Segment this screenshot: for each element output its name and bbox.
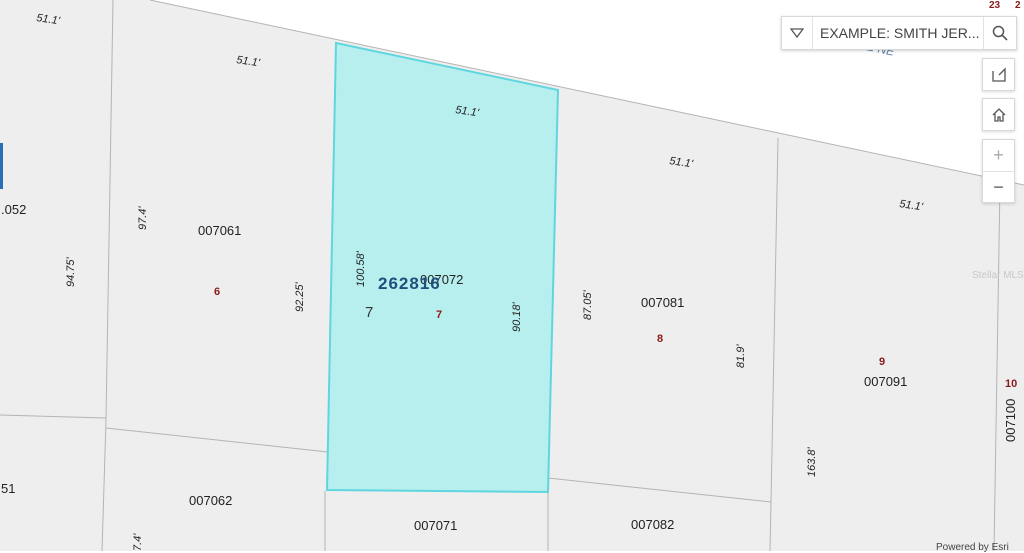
map-canvas[interactable]: E NE 51.1' 51.1' 51.1' 51.1' 51.1' 97.4'… [0, 0, 1024, 551]
lot-number: 6 [214, 286, 220, 298]
parcel-id: 007100 [1003, 399, 1018, 442]
selected-parcel-label: 262816 [378, 274, 441, 293]
parcel-id-partial: .052 [1, 202, 26, 217]
parcel-id: 007062 [189, 493, 232, 508]
parcel-id: 007081 [641, 295, 684, 310]
lot-number: 8 [657, 333, 663, 345]
block-lot-label: 7 [365, 304, 373, 321]
triangle-down-icon [790, 28, 804, 38]
search-input[interactable]: EXAMPLE: SMITH JER... [813, 25, 983, 41]
lot-number: 10 [1005, 378, 1017, 390]
watermark: Stellar MLS [972, 270, 1024, 281]
dimension-label: 7.4' [132, 533, 144, 551]
zoom-out-button[interactable]: − [983, 172, 1014, 203]
parcel-id: 007091 [864, 374, 907, 389]
corner-label: 23 [989, 0, 1001, 11]
parcel-id-partial: 51 [1, 481, 15, 496]
dimension-label: 94.75' [65, 256, 77, 287]
dimension-label: 100.58' [355, 250, 367, 287]
parcel-id: 007071 [414, 518, 457, 533]
search-bar: EXAMPLE: SMITH JER... [781, 16, 1017, 50]
dimension-label: 163.8' [806, 446, 818, 477]
parcel-id: 007061 [198, 223, 241, 238]
parcel-id: 007082 [631, 517, 674, 532]
zoom-controls: + − [982, 139, 1015, 203]
parcel-map[interactable]: E NE 51.1' 51.1' 51.1' 51.1' 51.1' 97.4'… [0, 0, 1024, 551]
lot-number: 7 [436, 309, 442, 321]
corner-label: 2 [1015, 0, 1021, 11]
map-fold-icon [991, 66, 1006, 82]
home-button[interactable] [982, 98, 1015, 131]
lot-number: 9 [879, 356, 885, 368]
search-button[interactable] [983, 17, 1016, 49]
zoom-in-button[interactable]: + [983, 140, 1014, 172]
magnifier-icon [992, 25, 1008, 41]
dimension-label: 97.4' [137, 206, 149, 230]
home-icon [992, 107, 1005, 122]
edge-indicator [0, 143, 3, 189]
attribution: Powered by Esri [936, 542, 1009, 553]
dimension-label: 87.05' [582, 289, 594, 320]
search-source-dropdown[interactable] [782, 17, 813, 49]
basemap-button[interactable] [982, 58, 1015, 91]
dimension-label: 81.9' [735, 344, 747, 368]
dimension-label: 92.25' [294, 281, 306, 312]
dimension-label: 90.18' [511, 301, 523, 332]
